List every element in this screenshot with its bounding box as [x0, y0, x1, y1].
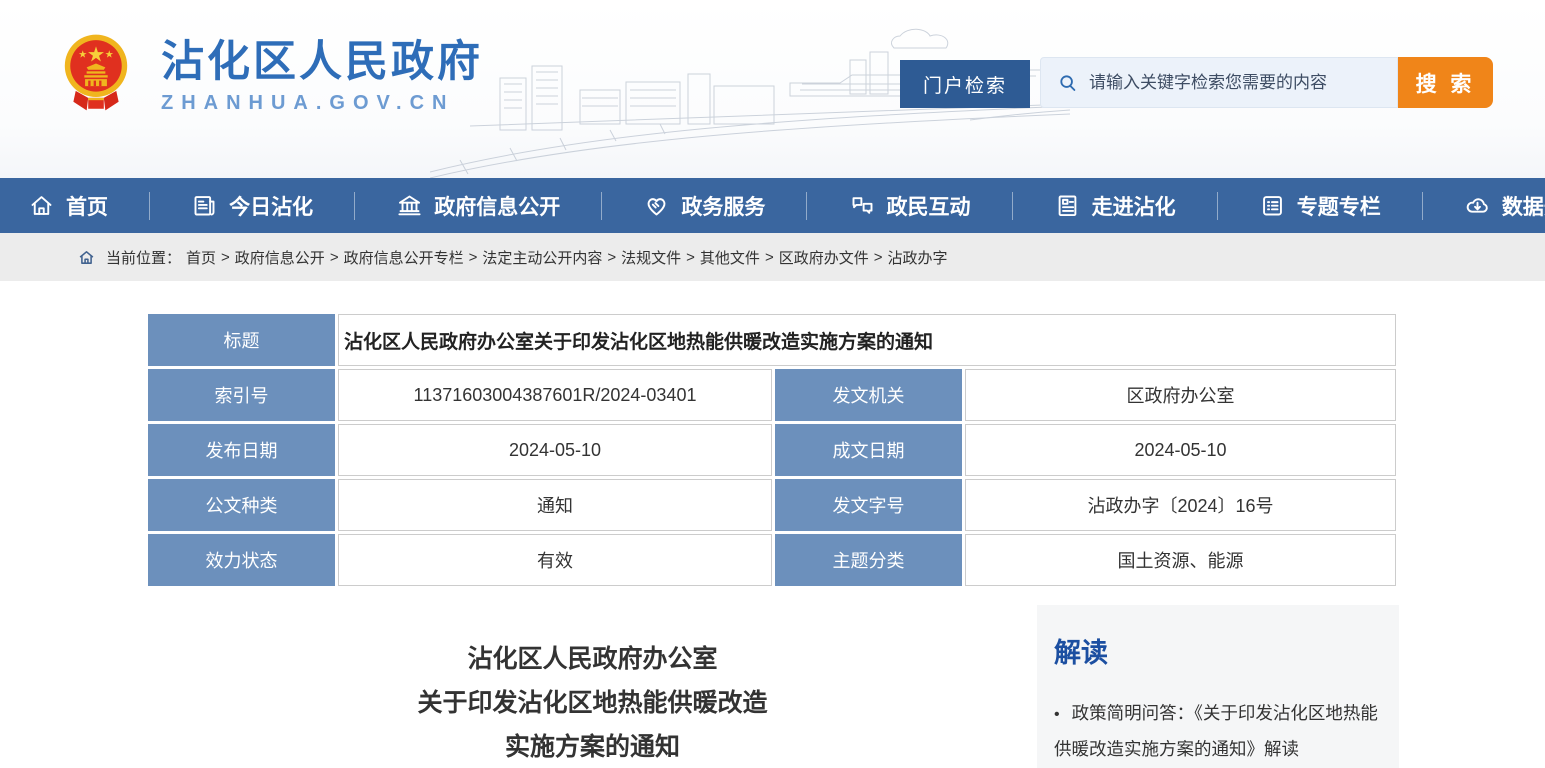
main-content: 标题 沾化区人民政府办公室关于印发沾化区地热能供暖改造实施方案的通知 索引号 1… — [0, 281, 1545, 768]
document-title-line: 实施方案的通知 — [148, 725, 1037, 768]
field-label-document-type: 公文种类 — [148, 479, 335, 531]
nav-item-government-info[interactable]: 政府信息公开 — [396, 191, 560, 221]
field-value-written-date: 2024-05-10 — [965, 424, 1396, 476]
field-label-index-number: 索引号 — [148, 369, 335, 421]
newspaper-icon — [191, 192, 218, 219]
interpretation-panel-title: 解读 — [1054, 631, 1389, 670]
field-value-validity-status: 有效 — [338, 534, 772, 586]
field-value-subject-category: 国土资源、能源 — [965, 534, 1396, 586]
breadcrumb-item-district-office-files[interactable]: 区政府办文件 — [779, 247, 869, 268]
table-row: 索引号 11371603004387601R/2024-03401 发文机关 区… — [148, 369, 1396, 421]
document-title-line: 关于印发沾化区地热能供暖改造 — [148, 681, 1037, 725]
breadcrumb-item-home[interactable]: 首页 — [186, 247, 216, 268]
search-submit-button[interactable]: 搜 索 — [1398, 57, 1493, 108]
document-title-line: 沾化区人民政府办公室 — [148, 637, 1037, 681]
breadcrumb-item-zhanzhengbanzi[interactable]: 沾政办字 — [887, 247, 947, 268]
breadcrumb-separator: > — [330, 249, 339, 266]
nav-item-today-zhanhua[interactable]: 今日沾化 — [191, 191, 313, 221]
search-input[interactable] — [1089, 73, 1397, 93]
nav-separator — [806, 192, 807, 220]
chat-bubbles-icon — [849, 192, 876, 219]
breadcrumb-separator: > — [686, 249, 695, 266]
nav-item-label: 专题专栏 — [1297, 191, 1381, 221]
nav-item-special-columns[interactable]: 专题专栏 — [1259, 191, 1381, 221]
nav-separator — [149, 192, 150, 220]
interpretation-link-text: 政策简明问答：《关于印发沾化区地热能供暖改造实施方案的通知》解读 — [1054, 703, 1378, 759]
nav-item-label: 首页 — [66, 191, 108, 221]
nav-item-open-data[interactable]: 数据开放 — [1464, 191, 1545, 221]
breadcrumb-separator: > — [607, 249, 616, 266]
nav-separator — [601, 192, 602, 220]
search-icon — [1057, 72, 1079, 94]
field-label-written-date: 成文日期 — [775, 424, 962, 476]
breadcrumb-item-gov-info-column[interactable]: 政府信息公开专栏 — [344, 247, 464, 268]
nav-item-public-interaction[interactable]: 政民互动 — [849, 191, 971, 221]
field-label-subject-category: 主题分类 — [775, 534, 962, 586]
site-title: 沾化区人民政府 — [161, 37, 483, 87]
field-value-document-type: 通知 — [338, 479, 772, 531]
main-navigation: 首页 今日沾化 政府信息公开 政务服务 政民互动 走进沾化 — [0, 178, 1545, 233]
field-label-title: 标题 — [148, 314, 335, 366]
site-header: 沾化区人民政府 ZHANHUA.GOV.CN 门户检索 搜 索 — [0, 0, 1545, 178]
site-logo[interactable]: 沾化区人民政府 ZHANHUA.GOV.CN — [57, 26, 483, 126]
breadcrumb: 当前位置： 首页 > 政府信息公开 > 政府信息公开专栏 > 法定主动公开内容 … — [0, 233, 1545, 281]
government-building-icon — [396, 192, 423, 219]
field-label-issuing-agency: 发文机关 — [775, 369, 962, 421]
nav-item-government-services[interactable]: 政务服务 — [643, 191, 765, 221]
table-row: 效力状态 有效 主题分类 国土资源、能源 — [148, 534, 1396, 586]
nav-item-enter-zhanhua[interactable]: 走进沾化 — [1054, 191, 1176, 221]
nav-item-label: 数据开放 — [1502, 191, 1545, 221]
table-row: 公文种类 通知 发文字号 沾政办字〔2024〕16号 — [148, 479, 1396, 531]
list-icon — [1259, 192, 1286, 219]
interpretation-link[interactable]: •政策简明问答：《关于印发沾化区地热能供暖改造实施方案的通知》解读 — [1054, 696, 1389, 766]
breadcrumb-item-statutory-disclosure[interactable]: 法定主动公开内容 — [482, 247, 602, 268]
breadcrumb-separator: > — [874, 249, 883, 266]
document-icon — [1054, 192, 1081, 219]
field-value-index-number: 11371603004387601R/2024-03401 — [338, 369, 772, 421]
national-emblem-icon — [57, 26, 135, 126]
breadcrumb-item-other-files[interactable]: 其他文件 — [700, 247, 760, 268]
nav-item-label: 走进沾化 — [1092, 191, 1176, 221]
breadcrumb-item-regulations[interactable]: 法规文件 — [621, 247, 681, 268]
breadcrumb-prefix: 当前位置： — [106, 247, 181, 268]
field-value-publish-date: 2024-05-10 — [338, 424, 772, 476]
bullet-icon: • — [1054, 706, 1060, 723]
breadcrumb-separator: > — [469, 249, 478, 266]
breadcrumb-separator: > — [765, 249, 774, 266]
search-box[interactable] — [1040, 57, 1398, 108]
document-title: 沾化区人民政府办公室 关于印发沾化区地热能供暖改造 实施方案的通知 — [148, 605, 1037, 768]
portal-search-button[interactable]: 门户检索 — [900, 60, 1030, 108]
field-value-issuing-agency: 区政府办公室 — [965, 369, 1396, 421]
cloud-download-icon — [1464, 192, 1491, 219]
breadcrumb-item-gov-info[interactable]: 政府信息公开 — [235, 247, 325, 268]
table-row: 标题 沾化区人民政府办公室关于印发沾化区地热能供暖改造实施方案的通知 — [148, 314, 1396, 366]
nav-separator — [354, 192, 355, 220]
nav-item-label: 政府信息公开 — [434, 191, 560, 221]
nav-separator — [1217, 192, 1218, 220]
home-icon — [28, 192, 55, 219]
field-label-document-number: 发文字号 — [775, 479, 962, 531]
field-value-document-number: 沾政办字〔2024〕16号 — [965, 479, 1396, 531]
nav-separator — [1012, 192, 1013, 220]
interpretation-panel: 解读 •政策简明问答：《关于印发沾化区地热能供暖改造实施方案的通知》解读 — [1037, 605, 1399, 768]
field-label-publish-date: 发布日期 — [148, 424, 335, 476]
nav-item-label: 今日沾化 — [229, 191, 313, 221]
document-metadata-table: 标题 沾化区人民政府办公室关于印发沾化区地热能供暖改造实施方案的通知 索引号 1… — [145, 311, 1399, 589]
nav-item-label: 政务服务 — [681, 191, 765, 221]
field-label-validity-status: 效力状态 — [148, 534, 335, 586]
breadcrumb-home-icon — [78, 249, 95, 266]
nav-item-home[interactable]: 首页 — [28, 191, 108, 221]
breadcrumb-separator: > — [221, 249, 230, 266]
handshake-heart-icon — [643, 192, 670, 219]
table-row: 发布日期 2024-05-10 成文日期 2024-05-10 — [148, 424, 1396, 476]
nav-item-label: 政民互动 — [887, 191, 971, 221]
nav-separator — [1422, 192, 1423, 220]
site-domain: ZHANHUA.GOV.CN — [161, 92, 483, 115]
field-value-title: 沾化区人民政府办公室关于印发沾化区地热能供暖改造实施方案的通知 — [338, 314, 1396, 366]
